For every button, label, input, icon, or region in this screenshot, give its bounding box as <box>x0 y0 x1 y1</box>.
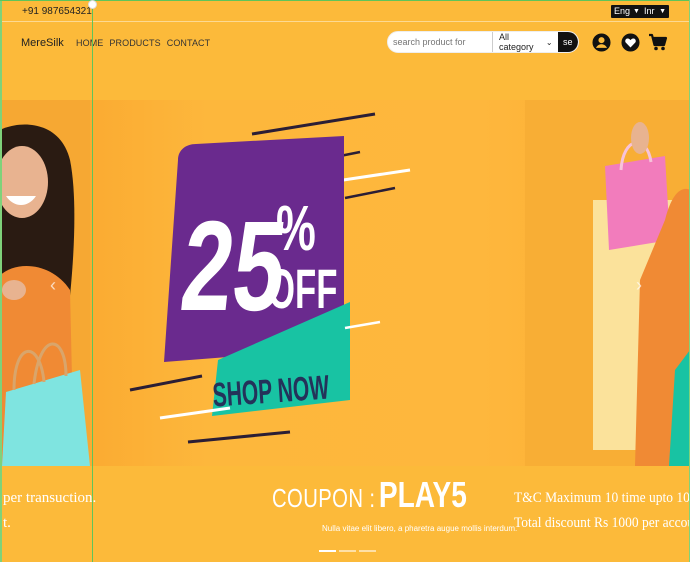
top-bar: +91 987654321 Eng ▼ Inr ▼ <box>0 0 690 22</box>
chevron-down-icon: ⌄ <box>545 37 553 47</box>
carousel-indicators <box>319 550 376 552</box>
shop-now-cta: SHOP NOW <box>211 367 330 414</box>
guide-handle[interactable] <box>88 0 97 9</box>
coupon-text: COUPON : PLAY5 <box>272 474 467 516</box>
brand-logo[interactable]: MereSilk <box>21 37 64 49</box>
guide-line-vertical <box>92 0 93 562</box>
guide-line-top <box>0 0 690 1</box>
next-slide-icon[interactable]: › <box>636 275 642 296</box>
hero-banner[interactable]: ‹ 25 % OFF SHOP NOW › <box>0 100 690 466</box>
hero-left-panel <box>0 100 90 466</box>
user-icon[interactable] <box>591 32 611 52</box>
slide-indicator-3[interactable] <box>359 550 376 552</box>
prev-slide-text-line2: t. <box>3 515 11 531</box>
nav-contact[interactable]: CONTACT <box>167 38 211 48</box>
phone-number: +91 987654321 <box>22 6 92 17</box>
main-nav: HOME PRODUCTS CONTACT <box>76 38 210 48</box>
terms-line2: Total discount Rs 1000 per accoun <box>514 515 690 531</box>
currency-select[interactable]: Inr ▼ <box>641 5 669 18</box>
coupon-label: COUPON : <box>272 483 376 513</box>
hero-right-panel <box>525 100 690 466</box>
prev-slide-text-line1: per transuction. <box>3 490 97 506</box>
guide-line-left <box>0 0 2 562</box>
badge-percent: % <box>276 192 316 264</box>
chevron-down-icon: ▼ <box>659 8 666 15</box>
search-button[interactable]: se <box>557 32 578 52</box>
carousel-caption: Nulla vitae elit libero, a pharetra augu… <box>322 524 518 533</box>
chevron-down-icon: ▼ <box>633 8 640 15</box>
language-select[interactable]: Eng ▼ <box>611 5 643 18</box>
search-bar: All category ⌄ se <box>387 31 579 53</box>
nav-products[interactable]: PRODUCTS <box>109 38 160 48</box>
slide-indicator-2[interactable] <box>339 550 356 552</box>
nav-home[interactable]: HOME <box>76 38 103 48</box>
cart-icon[interactable] <box>648 32 668 52</box>
heart-icon[interactable] <box>620 32 640 52</box>
coupon-code: PLAY5 <box>378 474 467 515</box>
category-select[interactable]: All category ⌄ <box>492 32 558 52</box>
search-input[interactable] <box>388 32 492 52</box>
badge-off: OFF <box>268 258 337 321</box>
discount-badge: 25 % OFF SHOP NOW <box>129 112 411 444</box>
terms-line1: T&C Maximum 10 time upto 100 p <box>514 490 690 506</box>
slide-indicator-1[interactable] <box>319 550 336 552</box>
prev-slide-icon[interactable]: ‹ <box>50 275 56 296</box>
